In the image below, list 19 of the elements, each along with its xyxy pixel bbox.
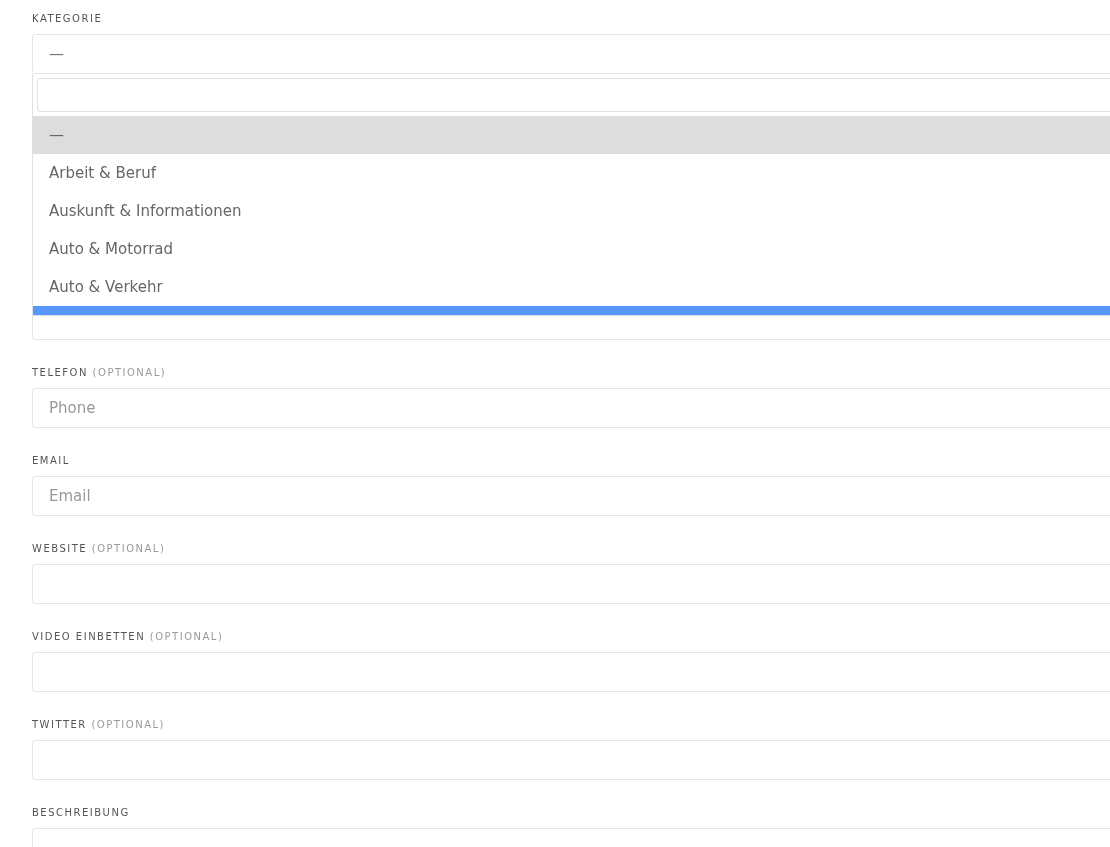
dropdown-option[interactable]: Arbeit & Beruf [33, 154, 1110, 192]
dropdown-option[interactable]: Auskunft & Informationen [33, 192, 1110, 230]
field-label: KATEGORIE [32, 13, 103, 24]
optional-label: (OPTIONAL) [91, 543, 166, 554]
dropdown-option[interactable]: Auto & Motorrad [33, 230, 1110, 268]
optional-label: (OPTIONAL) [92, 367, 167, 378]
field-label: BESCHREIBUNG [32, 807, 130, 818]
select-field[interactable]: — [32, 34, 1110, 74]
field-label: TELEFON [32, 367, 88, 378]
input-field[interactable]: Email [32, 476, 1110, 516]
dropdown-option[interactable]: — [33, 116, 1110, 154]
dropdown-option[interactable]: Auto & Verkehr [33, 268, 1110, 306]
optional-label: (OPTIONAL) [149, 631, 224, 642]
field-label: VIDEO EINBETTEN [32, 631, 146, 642]
field-label: EMAIL [32, 455, 70, 466]
optional-label: (OPTIONAL) [91, 719, 165, 730]
field-label: TWITTER [32, 719, 87, 730]
field-label: WEBSITE [32, 543, 88, 554]
input-field[interactable]: Phone [32, 388, 1110, 428]
